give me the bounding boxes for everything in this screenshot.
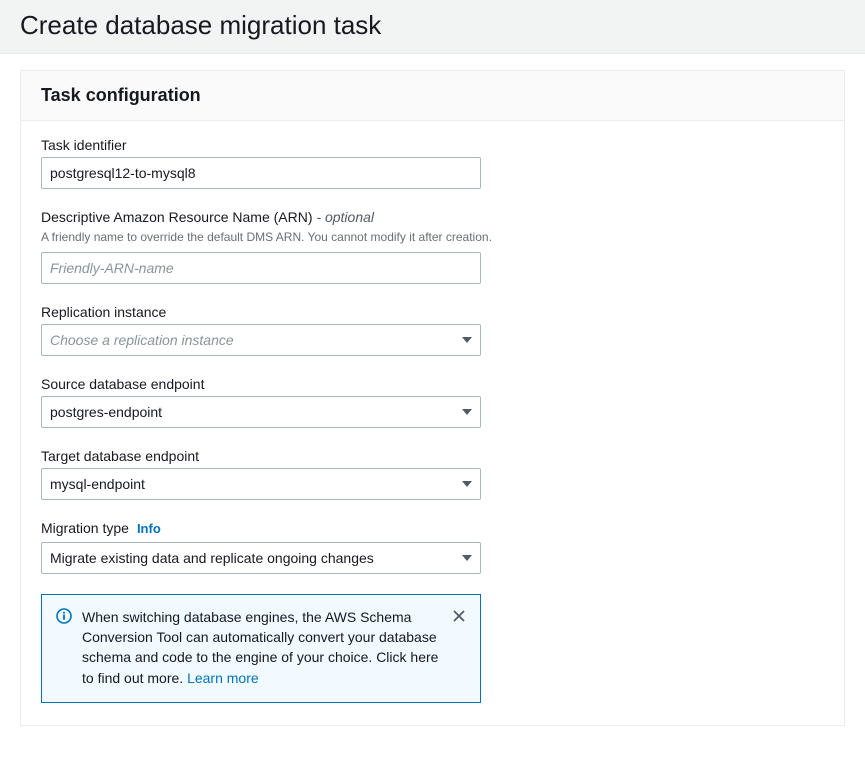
learn-more-link[interactable]: Learn more: [187, 670, 259, 686]
schema-conversion-info-box: When switching database engines, the AWS…: [41, 594, 481, 703]
chevron-down-icon: [462, 481, 472, 487]
migration-type-select[interactable]: Migrate existing data and replicate ongo…: [41, 542, 481, 574]
replication-instance-group: Replication instance Choose a replicatio…: [41, 304, 824, 356]
info-box-text: When switching database engines, the AWS…: [82, 607, 442, 688]
replication-instance-label: Replication instance: [41, 304, 824, 320]
source-endpoint-label: Source database endpoint: [41, 376, 824, 392]
source-endpoint-select[interactable]: postgres-endpoint: [41, 396, 481, 428]
chevron-down-icon: [462, 555, 472, 561]
info-icon: [56, 608, 72, 624]
arn-group: Descriptive Amazon Resource Name (ARN) -…: [41, 209, 824, 284]
target-endpoint-select[interactable]: mysql-endpoint: [41, 468, 481, 500]
task-config-panel: Task configuration Task identifier Descr…: [20, 70, 845, 726]
chevron-down-icon: [462, 337, 472, 343]
task-identifier-label: Task identifier: [41, 137, 824, 153]
target-endpoint-value: mysql-endpoint: [50, 476, 454, 492]
target-endpoint-group: Target database endpoint mysql-endpoint: [41, 448, 824, 500]
arn-help-text: A friendly name to override the default …: [41, 229, 824, 246]
close-icon: [452, 609, 466, 623]
migration-type-info-link[interactable]: Info: [137, 521, 161, 536]
page-title: Create database migration task: [20, 10, 845, 41]
replication-instance-select[interactable]: Choose a replication instance: [41, 324, 481, 356]
replication-instance-value: Choose a replication instance: [50, 332, 454, 348]
task-identifier-group: Task identifier: [41, 137, 824, 189]
arn-label: Descriptive Amazon Resource Name (ARN) -…: [41, 209, 824, 225]
migration-type-value: Migrate existing data and replicate ongo…: [50, 550, 454, 566]
page-header: Create database migration task: [0, 0, 865, 54]
migration-type-label: Migration type: [41, 520, 129, 536]
target-endpoint-label: Target database endpoint: [41, 448, 824, 464]
info-box-close-button[interactable]: [452, 609, 466, 623]
task-identifier-input[interactable]: [41, 157, 481, 189]
panel-header: Task configuration: [21, 71, 844, 121]
migration-type-group: Migration type Info Migrate existing dat…: [41, 520, 824, 574]
info-box-message: When switching database engines, the AWS…: [82, 609, 438, 686]
arn-input[interactable]: [41, 252, 481, 284]
arn-label-text: Descriptive Amazon Resource Name (ARN): [41, 209, 313, 225]
panel-title: Task configuration: [41, 85, 824, 106]
arn-optional-tag: - optional: [313, 209, 374, 225]
source-endpoint-value: postgres-endpoint: [50, 404, 454, 420]
chevron-down-icon: [462, 409, 472, 415]
source-endpoint-group: Source database endpoint postgres-endpoi…: [41, 376, 824, 428]
